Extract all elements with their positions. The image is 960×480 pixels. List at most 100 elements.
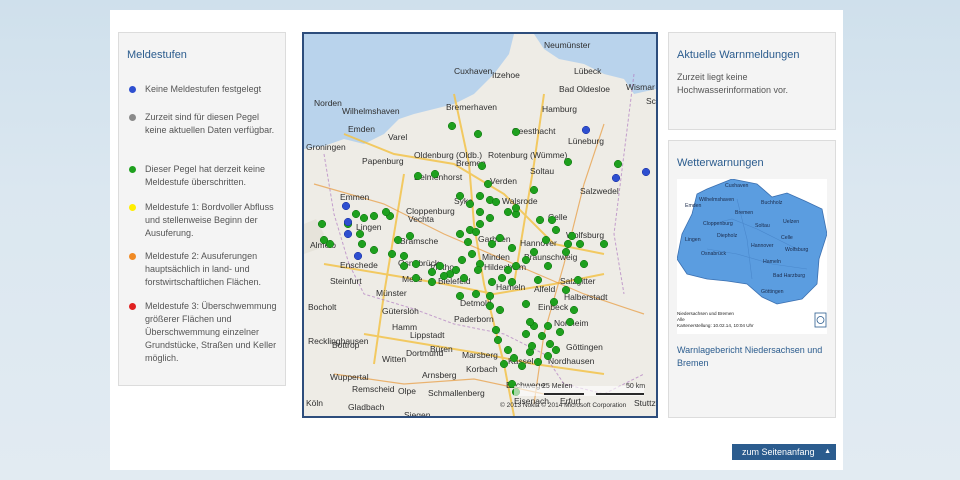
gauge-marker-green[interactable] bbox=[475, 219, 485, 229]
gauge-marker-green[interactable] bbox=[351, 209, 361, 219]
gauge-marker-green[interactable] bbox=[511, 127, 521, 137]
gauge-marker-green[interactable] bbox=[475, 207, 485, 217]
gauge-marker-green[interactable] bbox=[430, 169, 440, 179]
gauge-marker-blue[interactable] bbox=[341, 201, 351, 211]
gauge-marker-green[interactable] bbox=[579, 259, 589, 269]
gauge-marker-green[interactable] bbox=[439, 271, 449, 281]
gauge-marker-green[interactable] bbox=[457, 255, 467, 265]
gauge-marker-green[interactable] bbox=[485, 291, 495, 301]
gauge-marker-green[interactable] bbox=[565, 317, 575, 327]
gauge-marker-green[interactable] bbox=[393, 235, 403, 245]
gauge-marker-green[interactable] bbox=[483, 179, 493, 189]
gauge-marker-blue[interactable] bbox=[581, 125, 591, 135]
gauge-marker-green[interactable] bbox=[427, 277, 437, 287]
gauge-marker-green[interactable] bbox=[507, 243, 517, 253]
gauge-marker-blue[interactable] bbox=[343, 229, 353, 239]
gauge-marker-green[interactable] bbox=[405, 231, 415, 241]
gauge-marker-green[interactable] bbox=[551, 225, 561, 235]
weather-warning-map[interactable]: Cuxhaven Wilhelmshaven Buchholz Emden Bremen… bbox=[676, 178, 828, 334]
gauge-marker-blue[interactable] bbox=[611, 173, 621, 183]
gauge-marker-green[interactable] bbox=[497, 273, 507, 283]
gauge-marker-green[interactable] bbox=[563, 157, 573, 167]
gauge-marker-green[interactable] bbox=[447, 121, 457, 131]
gauge-marker-green[interactable] bbox=[455, 229, 465, 239]
gauge-marker-green[interactable] bbox=[533, 275, 543, 285]
gauge-marker-green[interactable] bbox=[491, 325, 501, 335]
gauge-marker-green[interactable] bbox=[561, 247, 571, 257]
gauge-marker-green[interactable] bbox=[493, 335, 503, 345]
gauge-marker-green[interactable] bbox=[511, 203, 521, 213]
gauge-marker-green[interactable] bbox=[545, 339, 555, 349]
gauge-marker-green[interactable] bbox=[357, 239, 367, 249]
gauge-marker-green[interactable] bbox=[475, 191, 485, 201]
gauge-marker-green[interactable] bbox=[399, 251, 409, 261]
gauge-marker-green[interactable] bbox=[535, 215, 545, 225]
warnlagebericht-link[interactable]: Warnlagebericht Niedersachsen und Bremen bbox=[677, 344, 827, 370]
gauge-marker-green[interactable] bbox=[455, 191, 465, 201]
gauge-marker-blue[interactable] bbox=[353, 251, 363, 261]
gauge-marker-green[interactable] bbox=[485, 213, 495, 223]
gauge-marker-green[interactable] bbox=[537, 331, 547, 341]
gauge-marker-green[interactable] bbox=[411, 259, 421, 269]
gauge-marker-green[interactable] bbox=[487, 239, 497, 249]
gauge-marker-green[interactable] bbox=[541, 235, 551, 245]
gauge-marker-green[interactable] bbox=[435, 261, 445, 271]
gauge-marker-green[interactable] bbox=[575, 239, 585, 249]
gauge-marker-green[interactable] bbox=[459, 273, 469, 283]
gauge-marker-green[interactable] bbox=[451, 265, 461, 275]
gauge-marker-green[interactable] bbox=[387, 249, 397, 259]
gauge-marker-green[interactable] bbox=[507, 277, 517, 287]
gauge-marker-green[interactable] bbox=[411, 273, 421, 283]
gauge-marker-green[interactable] bbox=[465, 199, 475, 209]
gauge-marker-green[interactable] bbox=[511, 261, 521, 271]
gauge-marker-green[interactable] bbox=[521, 329, 531, 339]
gauge-marker-green[interactable] bbox=[551, 345, 561, 355]
gauge-marker-green[interactable] bbox=[503, 265, 513, 275]
gauge-marker-green[interactable] bbox=[503, 345, 513, 355]
gauge-marker-green[interactable] bbox=[495, 305, 505, 315]
gauge-marker-green[interactable] bbox=[471, 227, 481, 237]
gauge-marker-green[interactable] bbox=[529, 247, 539, 257]
gauge-marker-green[interactable] bbox=[487, 277, 497, 287]
gauge-marker-green[interactable] bbox=[599, 239, 609, 249]
gauge-marker-green[interactable] bbox=[543, 351, 553, 361]
gauge-marker-green[interactable] bbox=[561, 285, 571, 295]
gauge-marker-green[interactable] bbox=[503, 207, 513, 217]
gauge-marker-green[interactable] bbox=[495, 233, 505, 243]
gauge-marker-green[interactable] bbox=[521, 255, 531, 265]
map-panel[interactable]: Neumünster Lübeck Cuxhaven Itzehoe Bad Oldes… bbox=[302, 32, 658, 418]
gauge-marker-green[interactable] bbox=[399, 261, 409, 271]
gauge-marker-green[interactable] bbox=[525, 317, 535, 327]
gauge-marker-green[interactable] bbox=[369, 245, 379, 255]
back-to-top-button[interactable]: zum Seitenanfang ▲ bbox=[732, 444, 836, 460]
gauge-marker-green[interactable] bbox=[549, 297, 559, 307]
gauge-marker-green[interactable] bbox=[477, 161, 487, 171]
gauge-marker-green[interactable] bbox=[473, 129, 483, 139]
gauge-marker-green[interactable] bbox=[381, 207, 391, 217]
gauge-marker-green[interactable] bbox=[485, 301, 495, 311]
gauge-marker-green[interactable] bbox=[471, 289, 481, 299]
gauge-marker-green[interactable] bbox=[427, 267, 437, 277]
gauge-marker-green[interactable] bbox=[567, 231, 577, 241]
gauge-marker-green[interactable] bbox=[543, 321, 553, 331]
gauge-marker-green[interactable] bbox=[369, 211, 379, 221]
gauge-marker-green[interactable] bbox=[319, 235, 329, 245]
gauge-marker-green[interactable] bbox=[473, 265, 483, 275]
gauge-marker-green[interactable] bbox=[463, 237, 473, 247]
map-canvas[interactable]: Neumünster Lübeck Cuxhaven Itzehoe Bad Oldes… bbox=[304, 34, 656, 416]
gauge-marker-green[interactable] bbox=[509, 353, 519, 363]
gauge-marker-blue[interactable] bbox=[641, 167, 651, 177]
gauge-marker-green[interactable] bbox=[573, 275, 583, 285]
gauge-marker-green[interactable] bbox=[527, 341, 537, 351]
gauge-marker-green[interactable] bbox=[529, 185, 539, 195]
gauge-marker-green[interactable] bbox=[467, 249, 477, 259]
gauge-marker-green[interactable] bbox=[547, 215, 557, 225]
gauge-marker-green[interactable] bbox=[491, 197, 501, 207]
gauge-marker-green[interactable] bbox=[317, 219, 327, 229]
gauge-marker-green[interactable] bbox=[359, 213, 369, 223]
gauge-marker-green[interactable] bbox=[355, 229, 365, 239]
gauge-marker-green[interactable] bbox=[521, 299, 531, 309]
gauge-marker-green[interactable] bbox=[455, 291, 465, 301]
gauge-marker-blue[interactable] bbox=[343, 217, 353, 227]
gauge-marker-green[interactable] bbox=[533, 357, 543, 367]
